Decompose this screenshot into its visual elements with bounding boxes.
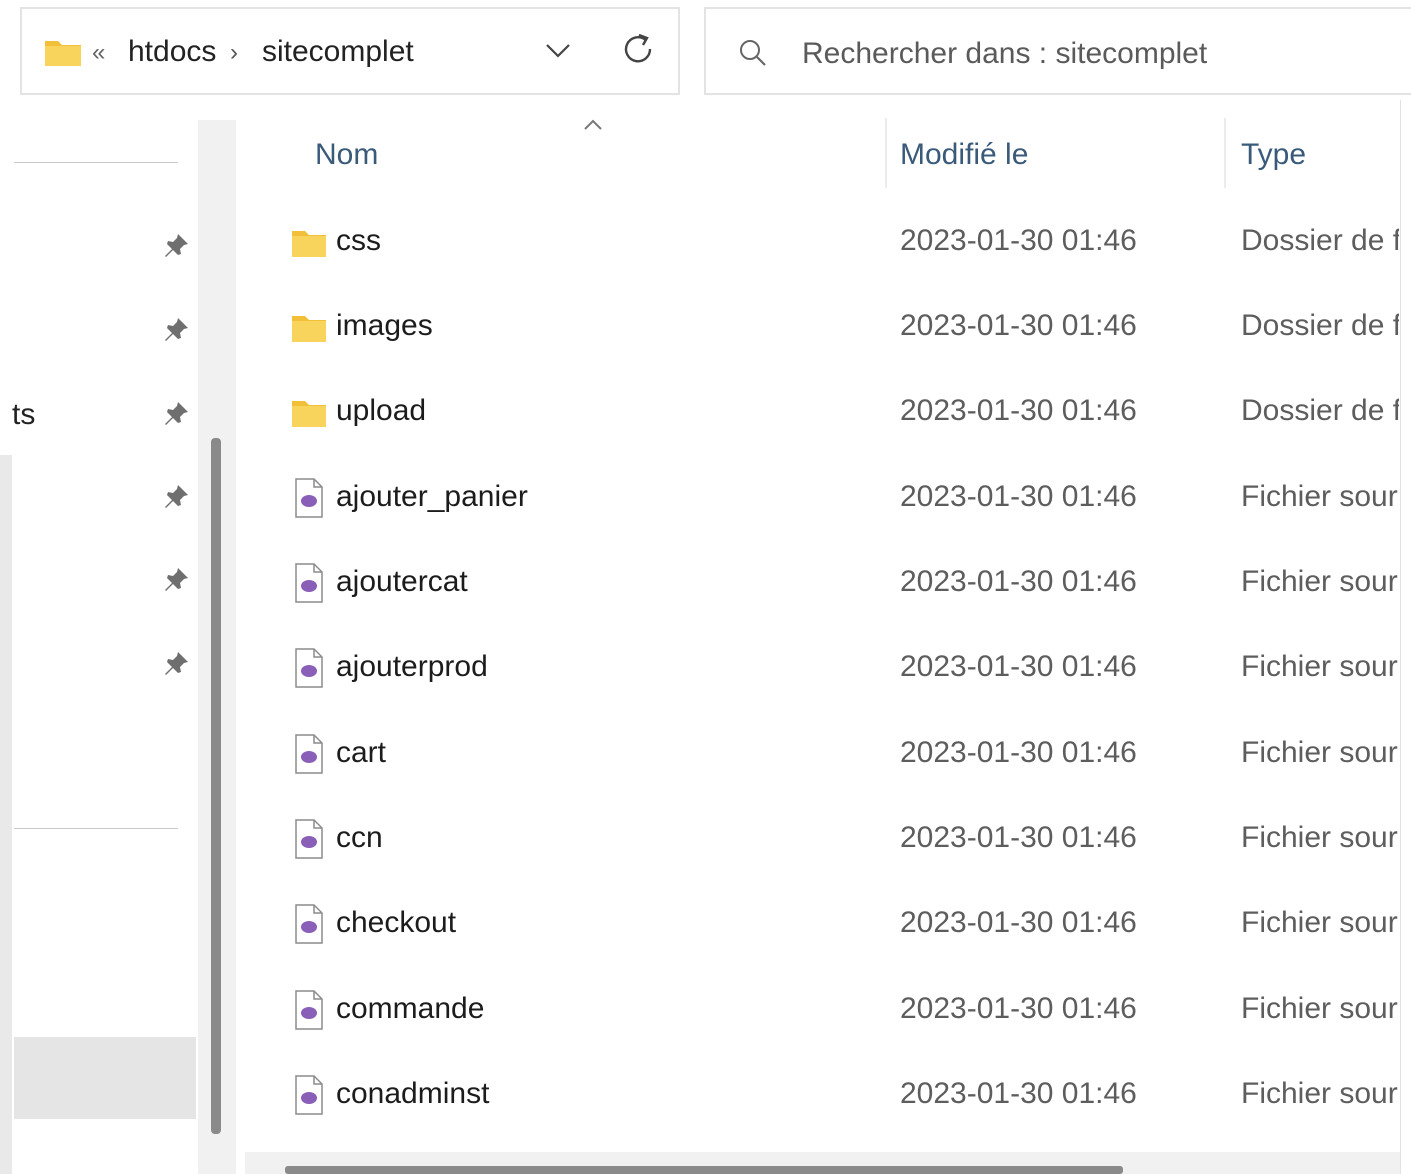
pin-icon[interactable]	[162, 398, 192, 428]
file-row[interactable]: ccn 2023-01-30 01:46 Fichier sourc	[270, 797, 1411, 882]
column-header-name[interactable]: Nom	[315, 138, 378, 172]
navigation-pane: ts	[0, 120, 200, 1174]
pin-icon[interactable]	[162, 314, 192, 344]
file-modified: 2023-01-30 01:46	[900, 309, 1137, 342]
file-row[interactable]: checkout 2023-01-30 01:46 Fichier sourc	[270, 882, 1411, 967]
pin-icon[interactable]	[162, 230, 192, 260]
file-name: upload	[336, 394, 427, 427]
file-row[interactable]: ajoutercat 2023-01-30 01:46 Fichier sour…	[270, 541, 1411, 626]
folder-icon	[292, 316, 326, 342]
search-placeholder: Rechercher dans : sitecomplet	[802, 37, 1208, 70]
file-name: ajouterprod	[336, 650, 488, 683]
nav-item-selected[interactable]	[14, 1037, 196, 1119]
file-type: Fichier sourc	[1241, 821, 1399, 854]
file-name: cart	[336, 736, 387, 769]
folder-icon	[45, 41, 81, 66]
horizontal-scrollbar-thumb[interactable]	[285, 1166, 1123, 1174]
file-name: ajoutercat	[336, 565, 468, 598]
file-type: Fichier sourc	[1241, 565, 1399, 598]
php-file-icon	[295, 478, 323, 518]
file-type: Fichier sourc	[1241, 1077, 1399, 1110]
file-modified: 2023-01-30 01:46	[900, 565, 1137, 598]
sort-ascending-icon	[584, 119, 602, 130]
php-file-icon	[295, 819, 323, 859]
file-modified: 2023-01-30 01:46	[900, 1077, 1137, 1110]
file-modified: 2023-01-30 01:46	[900, 394, 1137, 427]
php-file-icon	[295, 1075, 323, 1115]
file-row[interactable]: upload 2023-01-30 01:46 Dossier de fi	[270, 370, 1411, 455]
file-row[interactable]: cart 2023-01-30 01:46 Fichier sourc	[270, 712, 1411, 797]
file-modified: 2023-01-30 01:46	[900, 650, 1137, 683]
php-file-icon	[295, 904, 323, 944]
file-row[interactable]: ajouter_panier 2023-01-30 01:46 Fichier …	[270, 456, 1411, 541]
list-right-edge	[1400, 100, 1411, 1174]
php-file-icon	[295, 648, 323, 688]
chevron-down-icon[interactable]	[540, 33, 576, 69]
pin-icon[interactable]	[162, 564, 192, 594]
php-file-icon	[295, 990, 323, 1030]
file-name: conadminst	[336, 1077, 490, 1110]
folder-icon	[292, 401, 326, 427]
file-modified: 2023-01-30 01:46	[900, 480, 1137, 513]
file-row[interactable]: images 2023-01-30 01:46 Dossier de fi	[270, 285, 1411, 370]
file-name: ccn	[336, 821, 383, 854]
file-name: css	[336, 224, 381, 257]
php-file-icon	[295, 563, 323, 603]
breadcrumb-separator-icon[interactable]: ›	[230, 39, 238, 67]
file-type: Dossier de fi	[1241, 309, 1399, 342]
file-modified: 2023-01-30 01:46	[900, 992, 1137, 1025]
nav-scrollbar-thumb[interactable]	[211, 438, 221, 1134]
nav-divider	[14, 162, 178, 163]
file-row[interactable]: conadminst 2023-01-30 01:46 Fichier sour…	[270, 1053, 1411, 1138]
refresh-icon[interactable]	[618, 29, 658, 69]
column-divider[interactable]	[1224, 118, 1226, 188]
pin-icon[interactable]	[162, 648, 192, 678]
nav-item-label[interactable]: ts	[12, 398, 35, 432]
column-header-modified[interactable]: Modifié le	[900, 138, 1028, 172]
file-type: Fichier sourc	[1241, 736, 1399, 769]
file-type: Fichier sourc	[1241, 480, 1399, 513]
breadcrumb-htdocs[interactable]: htdocs	[128, 35, 216, 69]
column-header-type[interactable]: Type	[1241, 138, 1306, 172]
file-type: Fichier sourc	[1241, 906, 1399, 939]
breadcrumb-sitecomplet[interactable]: sitecomplet	[262, 35, 414, 69]
file-modified: 2023-01-30 01:46	[900, 821, 1137, 854]
php-file-icon	[295, 734, 323, 774]
file-type: Fichier sourc	[1241, 650, 1399, 683]
pin-icon[interactable]	[162, 481, 192, 511]
file-name: commande	[336, 992, 485, 1025]
file-row[interactable]: commande 2023-01-30 01:46 Fichier sourc	[270, 968, 1411, 1053]
overflow-chevron-icon[interactable]: «	[92, 39, 105, 67]
nav-divider	[14, 828, 178, 829]
address-bar[interactable]: « htdocs › sitecomplet	[20, 7, 680, 95]
file-type: Dossier de fi	[1241, 394, 1399, 427]
file-modified: 2023-01-30 01:46	[900, 736, 1137, 769]
file-modified: 2023-01-30 01:46	[900, 906, 1137, 939]
file-name: ajouter_panier	[336, 480, 528, 513]
file-row[interactable]: css 2023-01-30 01:46 Dossier de fi	[270, 200, 1411, 285]
folder-icon	[292, 231, 326, 257]
file-modified: 2023-01-30 01:46	[900, 224, 1137, 257]
file-name: images	[336, 309, 433, 342]
search-icon	[740, 40, 766, 66]
file-name: checkout	[336, 906, 457, 939]
file-type: Fichier sourc	[1241, 992, 1399, 1025]
file-type: Dossier de fi	[1241, 224, 1399, 257]
file-row[interactable]: ajouterprod 2023-01-30 01:46 Fichier sou…	[270, 626, 1411, 711]
search-box[interactable]: Rechercher dans : sitecomplet	[704, 7, 1411, 95]
column-divider[interactable]	[885, 118, 887, 188]
